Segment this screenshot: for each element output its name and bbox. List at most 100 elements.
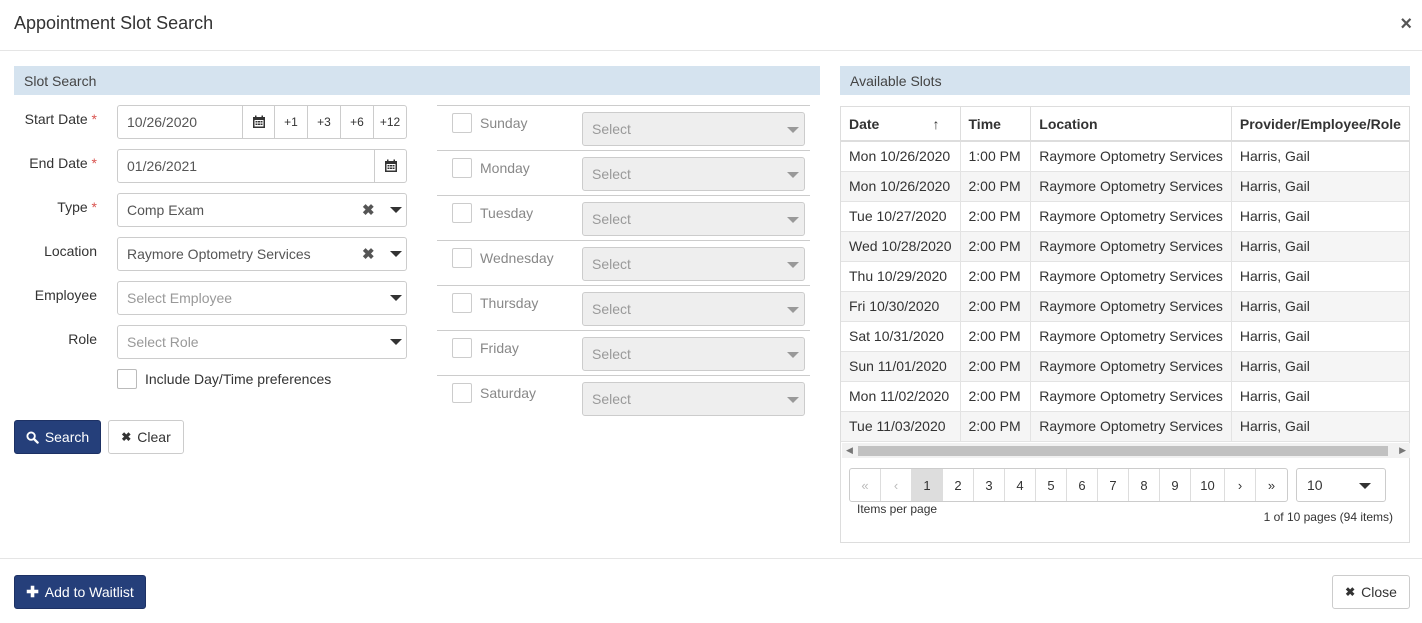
page-button-5[interactable]: 5 — [1036, 469, 1067, 501]
day-row-sunday: Sunday Select — [437, 105, 810, 150]
horizontal-scrollbar[interactable]: ◀ ▶ — [842, 443, 1410, 458]
page-button-3[interactable]: 3 — [974, 469, 1005, 501]
day-time-select[interactable]: Select — [582, 337, 805, 371]
first-page-button[interactable]: « — [850, 469, 881, 501]
day-time-select[interactable]: Select — [582, 247, 805, 281]
day-time-select[interactable]: Select — [582, 202, 805, 236]
pagination: « ‹ 1 2 3 4 5 6 7 8 9 10 › » — [849, 468, 1288, 502]
search-button-label: Search — [44, 429, 90, 445]
day-checkbox[interactable] — [452, 113, 472, 133]
day-time-select[interactable]: Select — [582, 382, 805, 416]
table-row[interactable]: Tue 10/27/2020 2:00 PM Raymore Optometry S… — [841, 201, 1409, 232]
plus-icon: ✚ — [26, 584, 39, 601]
modal-title: Appointment Slot Search — [14, 13, 214, 33]
cell-location: Raymore Optometry Services — [1030, 261, 1232, 292]
table-row[interactable]: Mon 10/26/2020 2:00 PM Raymore Optometry S… — [841, 171, 1409, 202]
chevron-down-icon[interactable] — [390, 295, 402, 301]
close-button[interactable]: ✖ Close — [1332, 575, 1410, 609]
table-row[interactable]: Thu 10/29/2020 2:00 PM Raymore Optometry S… — [841, 261, 1409, 292]
clear-x-icon[interactable]: ✖ — [362, 201, 375, 219]
search-button[interactable]: Search — [14, 420, 101, 454]
cell-location: Raymore Optometry Services — [1030, 411, 1232, 442]
role-select[interactable]: Select Role — [117, 325, 407, 359]
cell-date: Mon 10/26/2020 — [841, 171, 961, 202]
chevron-down-icon[interactable] — [390, 339, 402, 345]
table-row[interactable]: Sat 10/31/2020 2:00 PM Raymore Optometry S… — [841, 321, 1409, 352]
page-button-10[interactable]: 10 — [1191, 469, 1225, 501]
table-row[interactable]: Mon 11/02/2020 2:00 PM Raymore Optometry S… — [841, 381, 1409, 412]
column-header-location[interactable]: Location — [1030, 107, 1232, 142]
column-header-date[interactable]: Date ↑ — [841, 107, 961, 142]
chevron-down-icon — [787, 307, 799, 313]
end-date-label: End Date * — [29, 155, 97, 171]
day-time-select[interactable]: Select — [582, 112, 805, 146]
employee-select[interactable]: Select Employee — [117, 281, 407, 315]
cell-date: Wed 10/28/2020 — [841, 231, 961, 262]
page-button-7[interactable]: 7 — [1098, 469, 1129, 501]
table-row[interactable]: Wed 10/28/2020 2:00 PM Raymore Optometry S… — [841, 231, 1409, 262]
page-button-2[interactable]: 2 — [943, 469, 974, 501]
cell-date: Tue 10/27/2020 — [841, 201, 961, 232]
page-button-4[interactable]: 4 — [1005, 469, 1036, 501]
chevron-down-icon — [787, 397, 799, 403]
next-page-button[interactable]: › — [1225, 469, 1256, 501]
table-row[interactable]: Fri 10/30/2020 2:00 PM Raymore Optometry S… — [841, 291, 1409, 322]
plus-3-button[interactable]: +3 — [307, 105, 341, 139]
column-header-provider[interactable]: Provider/Employee/Role — [1231, 107, 1409, 142]
location-value: Raymore Optometry Services — [127, 246, 311, 262]
role-label: Role — [68, 331, 97, 347]
cell-provider: Harris, Gail — [1231, 171, 1409, 202]
scroll-right-icon[interactable]: ▶ — [1399, 445, 1406, 456]
cell-location: Raymore Optometry Services — [1030, 291, 1232, 322]
day-checkbox[interactable] — [452, 203, 472, 223]
plus-6-button[interactable]: +6 — [340, 105, 374, 139]
day-time-select[interactable]: Select — [582, 292, 805, 326]
day-label: Tuesday — [480, 205, 534, 221]
day-checkbox[interactable] — [452, 293, 472, 313]
add-to-waitlist-button[interactable]: ✚ Add to Waitlist — [14, 575, 146, 609]
table-row[interactable]: Sun 11/01/2020 2:00 PM Raymore Optometry S… — [841, 351, 1409, 382]
plus-1-button[interactable]: +1 — [274, 105, 308, 139]
cell-provider: Harris, Gail — [1231, 201, 1409, 232]
calendar-icon[interactable] — [242, 105, 275, 139]
clear-button[interactable]: ✖ Clear — [108, 420, 184, 454]
day-row-wednesday: Wednesday Select — [437, 240, 810, 285]
chevron-down-icon — [787, 352, 799, 358]
sort-arrow-icon: ↑ — [932, 115, 940, 132]
close-icon[interactable]: × — [1400, 14, 1412, 34]
plus-12-button[interactable]: +12 — [373, 105, 407, 139]
table-row[interactable]: Tue 11/03/2020 2:00 PM Raymore Optometry S… — [841, 411, 1409, 442]
day-checkbox[interactable] — [452, 158, 472, 178]
page-button-6[interactable]: 6 — [1067, 469, 1098, 501]
page-size-select[interactable]: 10 — [1296, 468, 1386, 502]
chevron-down-icon[interactable] — [390, 207, 402, 213]
available-slots-heading: Available Slots — [840, 66, 1410, 95]
table-row[interactable]: Mon 10/26/2020 1:00 PM Raymore Optometry S… — [841, 141, 1409, 172]
chevron-down-icon[interactable] — [390, 251, 402, 257]
page-button-8[interactable]: 8 — [1129, 469, 1160, 501]
day-row-saturday: Saturday Select — [437, 375, 810, 420]
cell-time: 2:00 PM — [960, 291, 1032, 322]
page-button-1[interactable]: 1 — [912, 469, 943, 501]
clear-x-icon[interactable]: ✖ — [362, 245, 375, 263]
day-checkbox[interactable] — [452, 338, 472, 358]
day-time-select[interactable]: Select — [582, 157, 805, 191]
modal-footer: ✚ Add to Waitlist ✖ Close — [0, 558, 1422, 623]
cell-time: 1:00 PM — [960, 141, 1032, 172]
cell-location: Raymore Optometry Services — [1030, 321, 1232, 352]
prev-page-button[interactable]: ‹ — [881, 469, 912, 501]
calendar-icon[interactable] — [374, 149, 407, 183]
scrollbar-thumb[interactable] — [858, 446, 1388, 456]
scroll-left-icon[interactable]: ◀ — [846, 445, 853, 456]
day-checkbox[interactable] — [452, 383, 472, 403]
page-button-9[interactable]: 9 — [1160, 469, 1191, 501]
include-prefs-checkbox[interactable] — [117, 369, 137, 389]
day-checkbox[interactable] — [452, 248, 472, 268]
cell-time: 2:00 PM — [960, 411, 1032, 442]
end-date-input[interactable]: 01/26/2021 — [117, 149, 375, 183]
chevron-down-icon — [1359, 483, 1371, 489]
day-row-tuesday: Tuesday Select — [437, 195, 810, 240]
start-date-input[interactable]: 10/26/2020 — [117, 105, 243, 139]
column-header-time[interactable]: Time — [960, 107, 1032, 142]
last-page-button[interactable]: » — [1256, 469, 1287, 501]
